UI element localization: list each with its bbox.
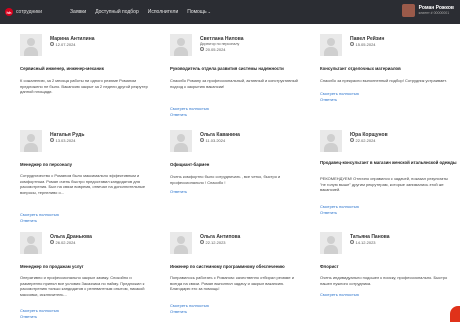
- show-more-link[interactable]: Смотреть полностью: [170, 106, 209, 111]
- review-text: Очень комфортно было сотрудничать , все …: [170, 174, 281, 185]
- show-more-link[interactable]: Смотреть полностью: [320, 292, 359, 297]
- reply-link[interactable]: Ответить: [320, 97, 337, 102]
- reviewer-avatar-placeholder: [320, 130, 342, 152]
- show-more-link[interactable]: Смотреть полностью: [20, 212, 59, 217]
- review-text: Оперативно и профессионально закрыл заяв…: [20, 275, 145, 297]
- reviewer-avatar-placeholder: [320, 232, 342, 254]
- chat-button[interactable]: [450, 306, 460, 322]
- vacancy-title: Официант-бармен: [170, 162, 210, 167]
- user-menu[interactable]: Роман Рожков клиент # 00000001: [401, 4, 454, 17]
- vacancy-title: Сервисный инженер, инженер-механик: [20, 66, 104, 71]
- vacancy-title: Продавец-консультант в магазин женской и…: [320, 160, 457, 165]
- vacancy-title: Менеджер по продажам услуг: [20, 264, 84, 269]
- show-more-link[interactable]: Смотреть полностью: [170, 303, 209, 308]
- vacancy-title: Менеджер по персоналу: [20, 162, 72, 167]
- review-text: Спасибо Роману за профессиональный, акти…: [170, 78, 298, 89]
- vacancy-title: Руководитель отдела развития системы над…: [170, 66, 284, 71]
- reviewer-position: Директор по персоналу: [200, 42, 240, 46]
- clock-icon: [350, 138, 354, 143]
- show-more-link[interactable]: Смотреть полностью: [320, 204, 359, 209]
- clock-icon: [50, 42, 54, 47]
- nav-item-performers[interactable]: Исполнители: [148, 9, 179, 15]
- review-date: 26.02.2024: [50, 240, 76, 245]
- review-date: 15.05.2024: [350, 42, 376, 47]
- review-text: Сотрудничество с Романом было максимальн…: [20, 173, 146, 195]
- vacancy-title: Инженер по системному программному обесп…: [170, 264, 285, 269]
- show-more-link[interactable]: Смотреть полностью: [20, 308, 59, 313]
- nav-item-help[interactable]: Помощь⌄: [187, 9, 211, 15]
- review-text: К сожалению, за 2 месяца работы ни одног…: [20, 78, 148, 95]
- hh-logo[interactable]: hh: [5, 8, 13, 16]
- reply-link[interactable]: Ответить: [20, 314, 37, 319]
- clock-icon: [200, 47, 204, 52]
- chevron-down-icon: ⌄: [207, 9, 211, 14]
- reply-link[interactable]: Ответить: [20, 218, 37, 223]
- clock-icon: [200, 240, 204, 245]
- review-date: 13.03.2024: [50, 138, 76, 143]
- nav-item-requests[interactable]: Заявки: [70, 9, 86, 15]
- review-date: 22.02.2024: [350, 138, 376, 143]
- clock-icon: [50, 240, 54, 245]
- review-date: 14.12.2023: [350, 240, 376, 245]
- reviewer-avatar-placeholder: [320, 34, 342, 56]
- reviewer-avatar-placeholder: [170, 130, 192, 152]
- reviewer-avatar-placeholder: [20, 130, 42, 152]
- review-text: Понравилось работать с Романом: качестве…: [170, 275, 294, 292]
- review-text: РЕКОМЕНДУЕМ! Отлично справился с задачей…: [320, 176, 448, 193]
- review-date: 12.07.2024: [50, 42, 76, 47]
- logo-caption: сотрудники: [16, 9, 43, 15]
- review-date: 20.05.2024: [200, 47, 226, 52]
- reviewer-avatar-placeholder: [20, 232, 42, 254]
- reviewer-avatar-placeholder: [170, 232, 192, 254]
- top-navigation-bar: hh сотрудники Заявки Доступный подбор Ис…: [0, 0, 460, 24]
- show-more-link[interactable]: Смотреть полностью: [320, 91, 359, 96]
- reply-link[interactable]: Ответить: [170, 189, 187, 194]
- reply-link[interactable]: Ответить: [320, 210, 337, 215]
- vacancy-title: Консультант отделочных материалов: [320, 66, 401, 71]
- reviewer-avatar-placeholder: [20, 34, 42, 56]
- review-text: Очень индивидуально подошел к поиску, пр…: [320, 275, 448, 286]
- clock-icon: [350, 42, 354, 47]
- review-text: Спасибо за прекрасно выполненный подбор!…: [320, 78, 447, 83]
- review-date: 22.12.2023: [200, 240, 226, 245]
- main-nav: Заявки Доступный подбор Исполнители Помо…: [70, 9, 211, 15]
- vacancy-title: Флорист: [320, 264, 339, 269]
- nav-item-affordable-search[interactable]: Доступный подбор: [95, 9, 139, 15]
- review-date: 11.03.2024: [200, 138, 225, 143]
- reply-link[interactable]: Ответить: [170, 309, 187, 314]
- clock-icon: [350, 240, 354, 245]
- user-client-id: клиент # 00000001: [418, 11, 450, 15]
- reply-link[interactable]: Ответить: [170, 112, 187, 117]
- clock-icon: [200, 138, 204, 143]
- avatar: [401, 4, 415, 17]
- reviewer-avatar-placeholder: [170, 34, 192, 56]
- clock-icon: [50, 138, 54, 143]
